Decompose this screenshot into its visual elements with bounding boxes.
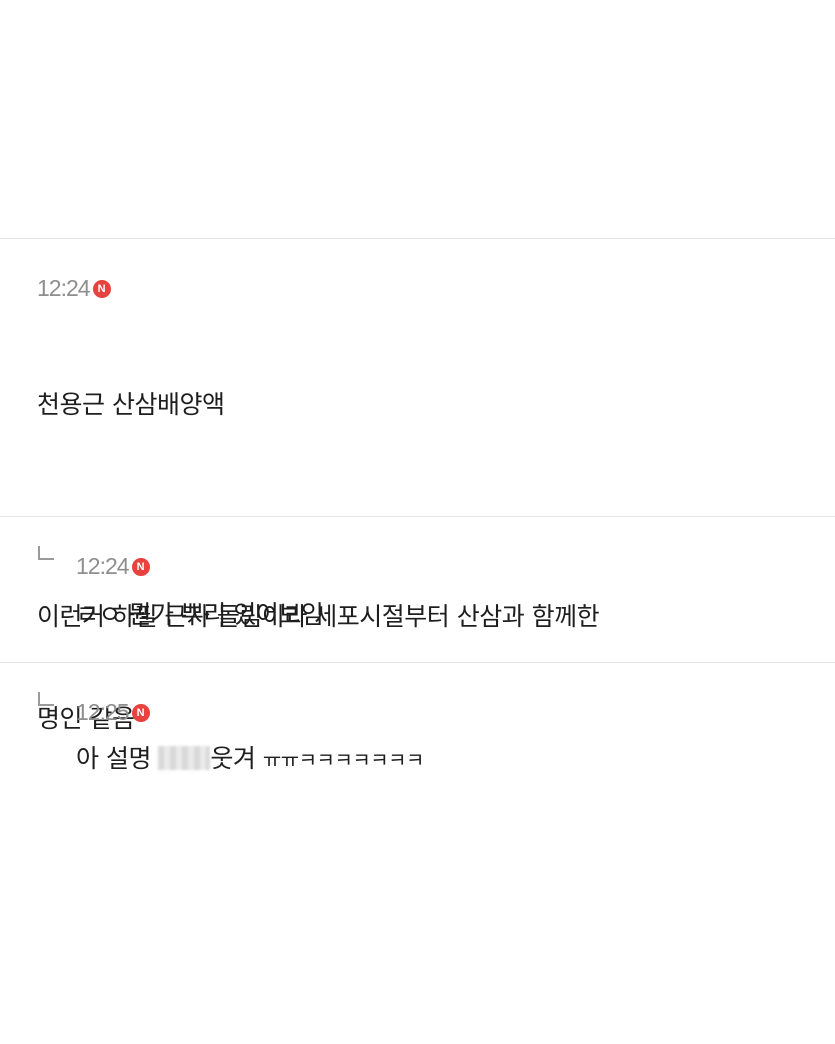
reply-text-tail: ㅠㅠㅋㅋㅋㅋㅋㅋㅋ	[262, 748, 425, 772]
new-badge-icon: N	[92, 279, 111, 298]
censored-text-blur	[158, 746, 211, 770]
comment-meta: 12:24 N	[37, 274, 111, 302]
comment-time: 12:24	[37, 274, 91, 301]
comment-item: 12:24 N 천용근 산삼배양액 이런거 하필 근자 돌림이라 세포시절부터 …	[0, 238, 835, 734]
reply-time: 12:25	[76, 698, 130, 725]
reply-arrow-icon	[38, 692, 54, 706]
reply-text-middle: 웃겨	[210, 744, 263, 773]
reply-body: ㄹㅇ 뭔가 뿌리 있어보임	[76, 600, 324, 629]
reply-item: 12:25 N 아 설명 웃겨 ㅠㅠㅋㅋㅋㅋㅋㅋㅋ	[0, 662, 835, 812]
reply-body: 아 설명 웃겨 ㅠㅠㅋㅋㅋㅋㅋㅋㅋ	[76, 742, 424, 777]
reply-meta: 12:24 N	[76, 552, 150, 580]
reply-time: 12:24	[76, 552, 130, 579]
reply-text-start: 아 설명	[76, 744, 159, 773]
reply-arrow-icon	[38, 546, 54, 560]
reply-meta: 12:25 N	[76, 698, 150, 726]
reply-item: 12:24 N ㄹㅇ 뭔가 뿌리 있어보임	[0, 516, 835, 662]
new-badge-icon: N	[131, 703, 150, 722]
new-badge-icon: N	[131, 557, 150, 576]
comment-line: 천용근 산삼배양액	[37, 390, 225, 419]
